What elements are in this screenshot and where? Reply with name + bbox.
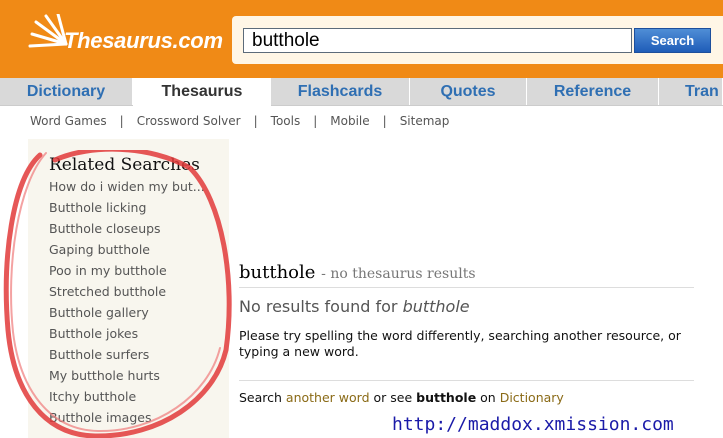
no-results-term: butthole [402,297,470,316]
tab-thesaurus[interactable]: Thesaurus [133,78,271,106]
no-results-message: No results found for butthole [239,297,470,316]
see-term: butthole [416,390,477,405]
site-header: Thesaurus.com Search [0,0,723,78]
tab-quotes[interactable]: Quotes [410,78,527,105]
subnav-separator: | [253,114,258,128]
see-prefix: Search [239,390,286,405]
watermark-url: http://maddox.xmission.com [392,414,674,435]
tab-translate[interactable]: Tran [659,78,723,105]
subnav-separator: | [313,114,318,128]
see-on: on [476,390,500,405]
search-again-line: Search another word or see butthole on D… [239,390,564,405]
tab-dictionary[interactable]: Dictionary [0,78,133,105]
related-search-item[interactable]: Poo in my butthole [49,263,219,284]
sub-navigation: Word Games | Crossword Solver | Tools | Mobile… [30,114,449,128]
subnav-mobile[interactable]: Mobile [330,114,369,128]
related-search-item[interactable]: Butthole surfers [49,347,219,368]
related-search-item[interactable]: How do i widen my but... [49,179,219,200]
related-searches-list: How do i widen my but... Butthole lickin… [49,179,219,431]
dictionary-link[interactable]: Dictionary [500,390,564,405]
related-searches-title: Related Searches [49,155,200,175]
subnav-separator: | [119,114,124,128]
related-search-item[interactable]: Butthole jokes [49,326,219,347]
related-search-item[interactable]: Butthole images [49,410,219,431]
related-search-item[interactable]: Butthole gallery [49,305,219,326]
subnav-sitemap[interactable]: Sitemap [400,114,450,128]
subnav-separator: | [382,114,387,128]
see-middle: or see [369,390,417,405]
subnav-word-games[interactable]: Word Games [30,114,107,128]
related-search-item[interactable]: Butthole licking [49,200,219,221]
related-search-item[interactable]: My butthole hurts [49,368,219,389]
related-search-item[interactable]: Stretched butthole [49,284,219,305]
related-search-item[interactable]: Gaping butthole [49,242,219,263]
tab-flashcards[interactable]: Flashcards [271,78,410,105]
search-input[interactable] [243,28,632,53]
search-button[interactable]: Search [634,28,711,53]
result-headword: butthole - no thesaurus results [239,262,476,283]
another-word-link[interactable]: another word [286,390,370,405]
subnav-crossword-solver[interactable]: Crossword Solver [137,114,241,128]
related-search-item[interactable]: Itchy butthole [49,389,219,410]
suggestion-text: Please try spelling the word differently… [239,328,681,359]
headword-text: butthole [239,262,316,283]
divider [239,287,694,288]
logo-text[interactable]: Thesaurus.com [64,28,223,54]
headword-note: - no thesaurus results [321,266,476,282]
subnav-tools[interactable]: Tools [271,114,301,128]
main-tabs: Dictionary Thesaurus Flashcards Quotes R… [0,78,723,106]
no-results-prefix: No results found for [239,297,403,316]
tab-reference[interactable]: Reference [527,78,659,105]
related-search-item[interactable]: Butthole closeups [49,221,219,242]
divider [239,380,694,381]
